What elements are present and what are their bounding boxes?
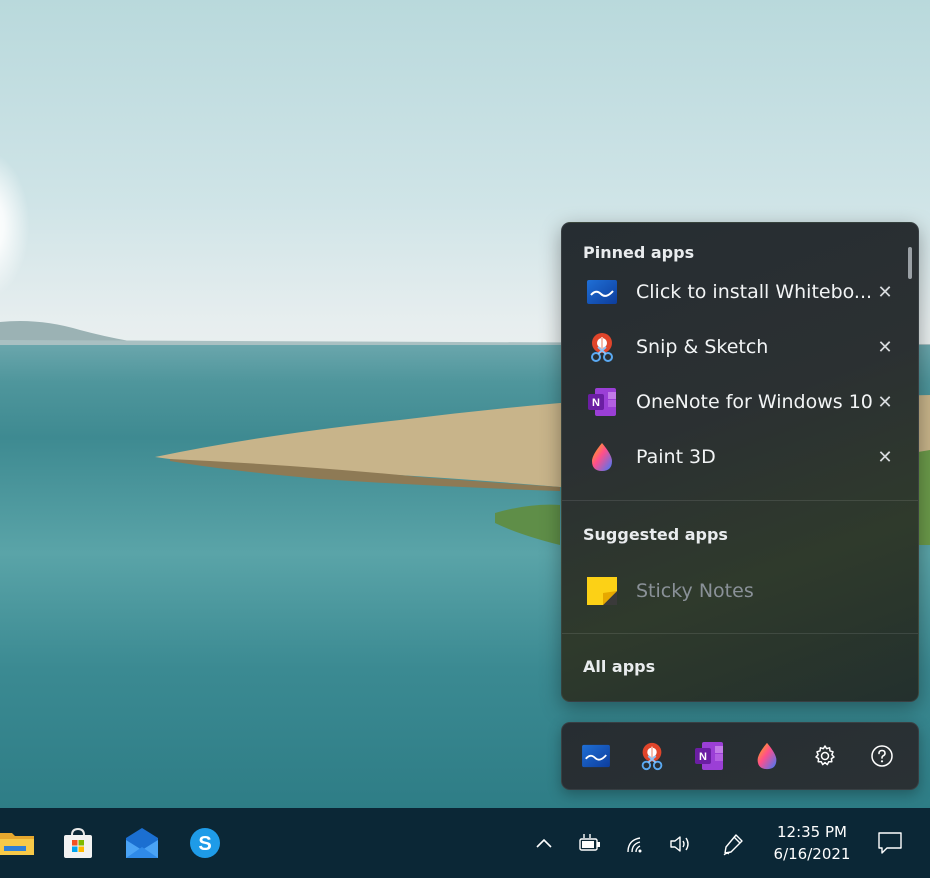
app-label: Paint 3D [636,446,716,468]
clock-button[interactable]: 12:35 PM 6/16/2021 [766,821,858,865]
notification-icon [878,832,902,854]
mail-icon [126,828,158,858]
file-explorer-button[interactable] [0,825,34,861]
suggested-apps-heading: Suggested apps [583,525,728,544]
battery-icon [579,834,600,851]
paint3d-icon [757,742,777,770]
pen-quick-launch-bar: N [561,722,919,790]
clock-time: 12:35 PM [777,823,847,841]
pinned-app-whiteboard[interactable]: Click to install Whitebo... ✕ [562,268,902,316]
pinned-app-onenote[interactable]: N OneNote for Windows 10 ✕ [562,378,902,426]
unpin-close-icon[interactable]: ✕ [874,281,896,303]
battery-status-button[interactable] [578,832,602,856]
pen-icon [723,834,743,856]
microsoft-store-button[interactable] [60,825,96,861]
sun-glow [0,150,30,300]
unpin-close-icon[interactable]: ✕ [874,336,896,358]
mail-button[interactable] [124,825,160,861]
pinned-apps-heading: Pinned apps [583,243,695,262]
app-label: Snip & Sketch [636,336,769,358]
file-explorer-icon [0,833,34,855]
snip-sketch-icon [641,742,663,771]
section-divider [562,633,918,634]
notification-center-button[interactable] [877,830,903,856]
show-hidden-icons-button[interactable] [532,832,556,856]
quick-paint3d-button[interactable] [751,740,783,772]
quick-onenote-button[interactable]: N [693,740,725,772]
suggested-app-sticky-notes[interactable]: Sticky Notes [562,567,902,615]
app-label: Sticky Notes [636,580,754,602]
taskbar: S 12:35 PM 6/16/2021 [0,808,930,878]
onenote-icon: N [695,742,723,770]
gear-icon [815,745,835,766]
network-status-button[interactable] [625,832,649,856]
svg-text:N: N [699,751,707,763]
sticky-notes-icon [587,577,617,605]
app-label: OneNote for Windows 10 [636,391,873,413]
clock-date: 6/16/2021 [773,845,851,863]
volume-button[interactable] [669,832,693,856]
chevron-up-icon [536,838,552,848]
skype-icon: S [190,828,220,858]
quick-help-button[interactable] [866,740,898,772]
pinned-app-paint3d[interactable]: Paint 3D ✕ [562,433,902,481]
volume-icon [670,836,689,852]
whiteboard-icon [582,744,610,768]
unpin-close-icon[interactable]: ✕ [874,446,896,468]
app-label: Click to install Whitebo... [636,281,873,303]
quick-whiteboard-button[interactable] [580,740,612,772]
pinned-app-snip-sketch[interactable]: Snip & Sketch ✕ [562,323,902,371]
svg-text:N: N [592,397,600,409]
section-divider [562,500,918,501]
wifi-icon [627,837,642,853]
scrollbar-thumb[interactable] [908,247,912,279]
skype-button[interactable]: S [187,825,223,861]
help-icon [871,745,893,767]
microsoft-store-icon [64,827,92,858]
onenote-icon: N [588,388,616,416]
paint3d-icon [592,443,612,471]
snip-sketch-icon [591,333,613,362]
quick-settings-button[interactable] [809,740,841,772]
all-apps-link[interactable]: All apps [583,657,655,676]
unpin-close-icon[interactable]: ✕ [874,391,896,413]
whiteboard-icon [587,280,617,304]
svg-text:S: S [198,833,211,855]
pen-menu-button[interactable] [721,832,745,856]
pen-menu-flyout: Pinned apps Click to install Whitebo... … [561,222,919,702]
quick-snip-sketch-button[interactable] [636,740,668,772]
